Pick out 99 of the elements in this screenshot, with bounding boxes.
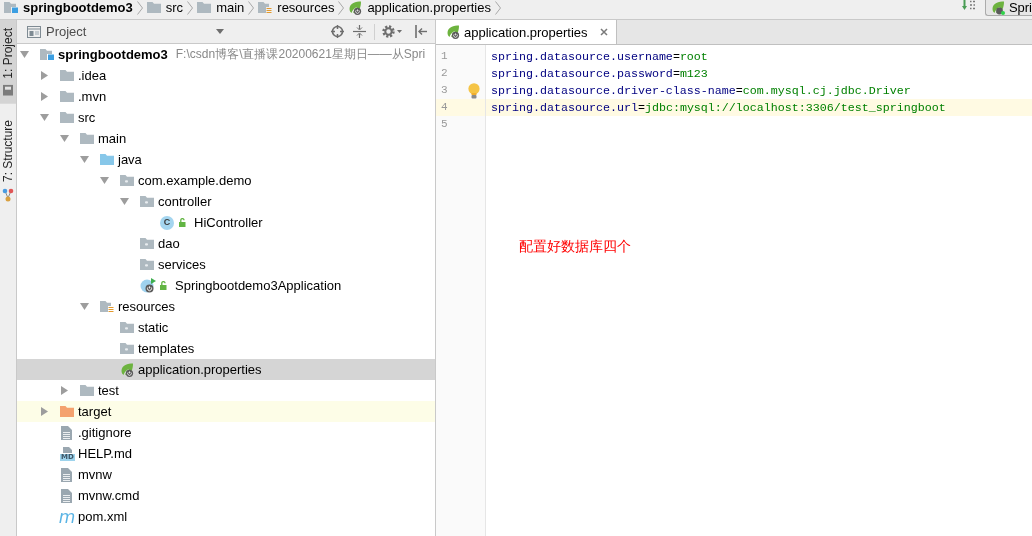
code-text: spring.datasource.password=m123 (491, 66, 708, 81)
breadcrumb-item[interactable]: resources (258, 0, 335, 15)
folder-icon (80, 385, 94, 396)
tree-item[interactable]: src (17, 107, 435, 128)
caret-down-icon[interactable] (60, 135, 69, 142)
resources-folder-icon (100, 300, 114, 313)
module-folder-icon (40, 49, 54, 60)
breadcrumb-item[interactable]: springbootdemo3 (4, 0, 133, 15)
breadcrumb-item[interactable]: main (197, 0, 245, 15)
package-icon (140, 196, 154, 207)
package-icon (120, 322, 134, 333)
tool-window-tab[interactable]: 7: Structure (0, 111, 16, 210)
line-number: 5 (441, 118, 448, 131)
breadcrumb-item[interactable]: src (146, 0, 184, 15)
lightbulb-icon[interactable] (468, 83, 480, 99)
module-folder-icon (4, 2, 18, 13)
tree-item[interactable]: static (17, 317, 435, 338)
tree-item[interactable]: C HiController (17, 212, 435, 233)
folder-icon (60, 70, 74, 81)
folder-icon (100, 154, 114, 165)
down-arrow-icon[interactable] (961, 0, 978, 12)
tree-item[interactable]: dao (17, 233, 435, 254)
folder-icon (146, 2, 161, 13)
project-view-icon (3, 84, 13, 96)
class-icon: C (160, 215, 174, 230)
package-icon (120, 343, 134, 354)
line-number: 2 (441, 67, 448, 80)
chevron-right-icon (248, 1, 255, 15)
spring-leaf-icon (348, 0, 363, 15)
breadcrumb-item[interactable]: application.properties (348, 0, 491, 15)
annotation-text: 配置好数据库四个 (519, 238, 631, 254)
line-number: 4 (441, 101, 448, 114)
tree-item[interactable]: resources (17, 296, 435, 317)
tree-item[interactable]: services (17, 254, 435, 275)
editor-tab[interactable]: application.properties (436, 20, 617, 44)
tree-item[interactable]: mvnw (17, 464, 435, 485)
text-file-icon (61, 488, 72, 503)
caret-right-icon[interactable] (41, 71, 48, 80)
project-view-icon (27, 25, 41, 38)
caret-right-icon[interactable] (41, 92, 48, 101)
close-icon[interactable] (599, 28, 608, 36)
caret-down-icon[interactable] (120, 198, 129, 205)
collapse-icon[interactable] (353, 25, 366, 38)
line-number: 3 (441, 84, 448, 97)
package-icon (120, 175, 134, 186)
run-configuration-button[interactable]: Spri (984, 0, 1032, 16)
text-file-icon (61, 425, 72, 440)
tree-item[interactable]: .mvn (17, 86, 435, 107)
tree-item[interactable]: Springbootdemo3Application (17, 275, 435, 296)
folder-icon (60, 112, 74, 123)
tree-item[interactable]: m pom.xml (17, 506, 435, 527)
caret-down-icon[interactable] (397, 30, 402, 33)
tree-item[interactable]: templates (17, 338, 435, 359)
tree-item[interactable]: springbootdemo3 F:\csdn博客\直播课20200621星期日——从Spri (17, 44, 435, 65)
project-path: F:\csdn博客\直播课20200621星期日——从Spri (175, 46, 426, 63)
tree-item[interactable]: .idea (17, 65, 435, 86)
caret-down-icon (216, 29, 224, 34)
caret-down-icon[interactable] (40, 114, 49, 121)
crosshair-icon[interactable] (331, 25, 344, 38)
structure-icon (2, 187, 14, 202)
text-file-icon (61, 467, 72, 482)
caret-down-icon[interactable] (80, 156, 89, 163)
hide-icon[interactable] (415, 25, 427, 38)
code-text: spring.datasource.driver-class-name=com.mysql.cj.jdbc.Driver (491, 83, 911, 98)
caret-down-icon[interactable] (80, 303, 89, 310)
chevron-right-icon (494, 1, 501, 15)
folder-icon (197, 2, 212, 13)
tree-item[interactable]: .gitignore (17, 422, 435, 443)
folder-icon (60, 406, 74, 417)
spring-leaf-icon (446, 25, 460, 39)
caret-down-icon[interactable] (20, 51, 29, 58)
chevron-right-icon (136, 1, 143, 15)
chevron-right-icon (338, 1, 345, 15)
spring-boot-class-icon (140, 278, 156, 293)
folder-icon (80, 133, 94, 144)
code-text: spring.datasource.url=jdbc:mysql://localhost:3306/test_springboot (491, 100, 946, 115)
line-number: 1 (441, 50, 448, 63)
spring-leaf-icon (990, 0, 1006, 15)
tree-item[interactable]: com.example.demo (17, 170, 435, 191)
caret-right-icon[interactable] (41, 407, 48, 416)
tree-item[interactable]: mvnw.cmd (17, 485, 435, 506)
maven-icon: m (60, 508, 74, 525)
caret-right-icon[interactable] (61, 386, 68, 395)
code-text: spring.datasource.username=root (491, 49, 708, 64)
tree-item[interactable]: application.properties (17, 359, 435, 380)
settings-icon[interactable] (382, 25, 395, 38)
spring-leaf-icon (120, 362, 134, 377)
tree-item[interactable]: controller (17, 191, 435, 212)
chevron-right-icon (187, 1, 194, 15)
package-icon (140, 259, 154, 270)
resources-folder-icon (258, 1, 273, 14)
caret-down-icon[interactable] (100, 177, 109, 184)
package-icon (140, 238, 154, 249)
tree-item[interactable]: java (17, 149, 435, 170)
tree-item[interactable]: test (17, 380, 435, 401)
folder-icon (60, 91, 74, 102)
tree-item[interactable]: main (17, 128, 435, 149)
tree-item[interactable]: target (17, 401, 435, 422)
tool-window-tab[interactable]: 1: Project (0, 20, 16, 104)
